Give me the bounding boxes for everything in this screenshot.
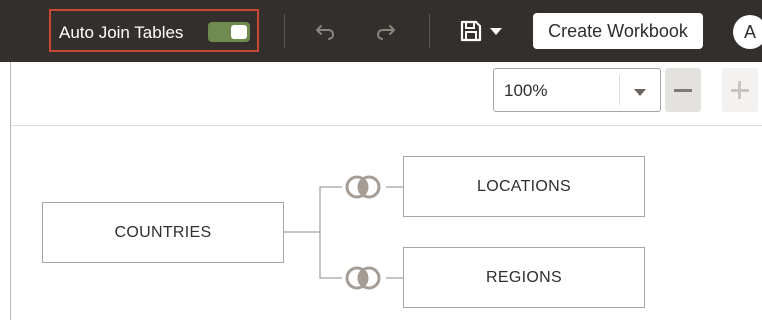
chevron-down-icon[interactable] [634, 89, 646, 96]
avatar[interactable]: A [733, 15, 762, 49]
table-locations[interactable]: LOCATIONS [403, 156, 645, 217]
panel-divider [10, 62, 11, 320]
table-regions[interactable]: REGIONS [403, 247, 645, 308]
toolbar: Auto Join Tables Create Workbook A [0, 0, 762, 62]
toolbar-divider [429, 14, 430, 48]
plus-icon-vertical [738, 81, 741, 99]
toolbar-divider [284, 14, 285, 48]
auto-join-toggle[interactable] [208, 22, 250, 42]
table-name: REGIONS [486, 269, 562, 286]
zoom-value: 100% [504, 81, 548, 100]
zoom-in-button[interactable] [722, 68, 758, 112]
undo-icon[interactable] [313, 18, 339, 44]
auto-join-tables-label: Auto Join Tables [59, 23, 184, 42]
zoom-select[interactable]: 100% [493, 68, 661, 112]
join-icon[interactable] [340, 174, 388, 200]
table-countries[interactable]: COUNTRIES [42, 202, 284, 263]
redo-icon[interactable] [372, 18, 398, 44]
create-workbook-button[interactable]: Create Workbook [533, 13, 703, 49]
join-icon[interactable] [340, 265, 388, 291]
zoom-out-button[interactable] [665, 68, 701, 112]
toggle-knob [231, 25, 247, 39]
table-name: COUNTRIES [114, 224, 212, 241]
chevron-down-icon[interactable] [487, 18, 505, 44]
minus-icon [674, 89, 692, 92]
save-icon[interactable] [459, 19, 485, 45]
auto-join-tables-control: Auto Join Tables [49, 9, 259, 52]
zoom-select-divider [619, 75, 620, 105]
table-name: LOCATIONS [477, 178, 571, 195]
